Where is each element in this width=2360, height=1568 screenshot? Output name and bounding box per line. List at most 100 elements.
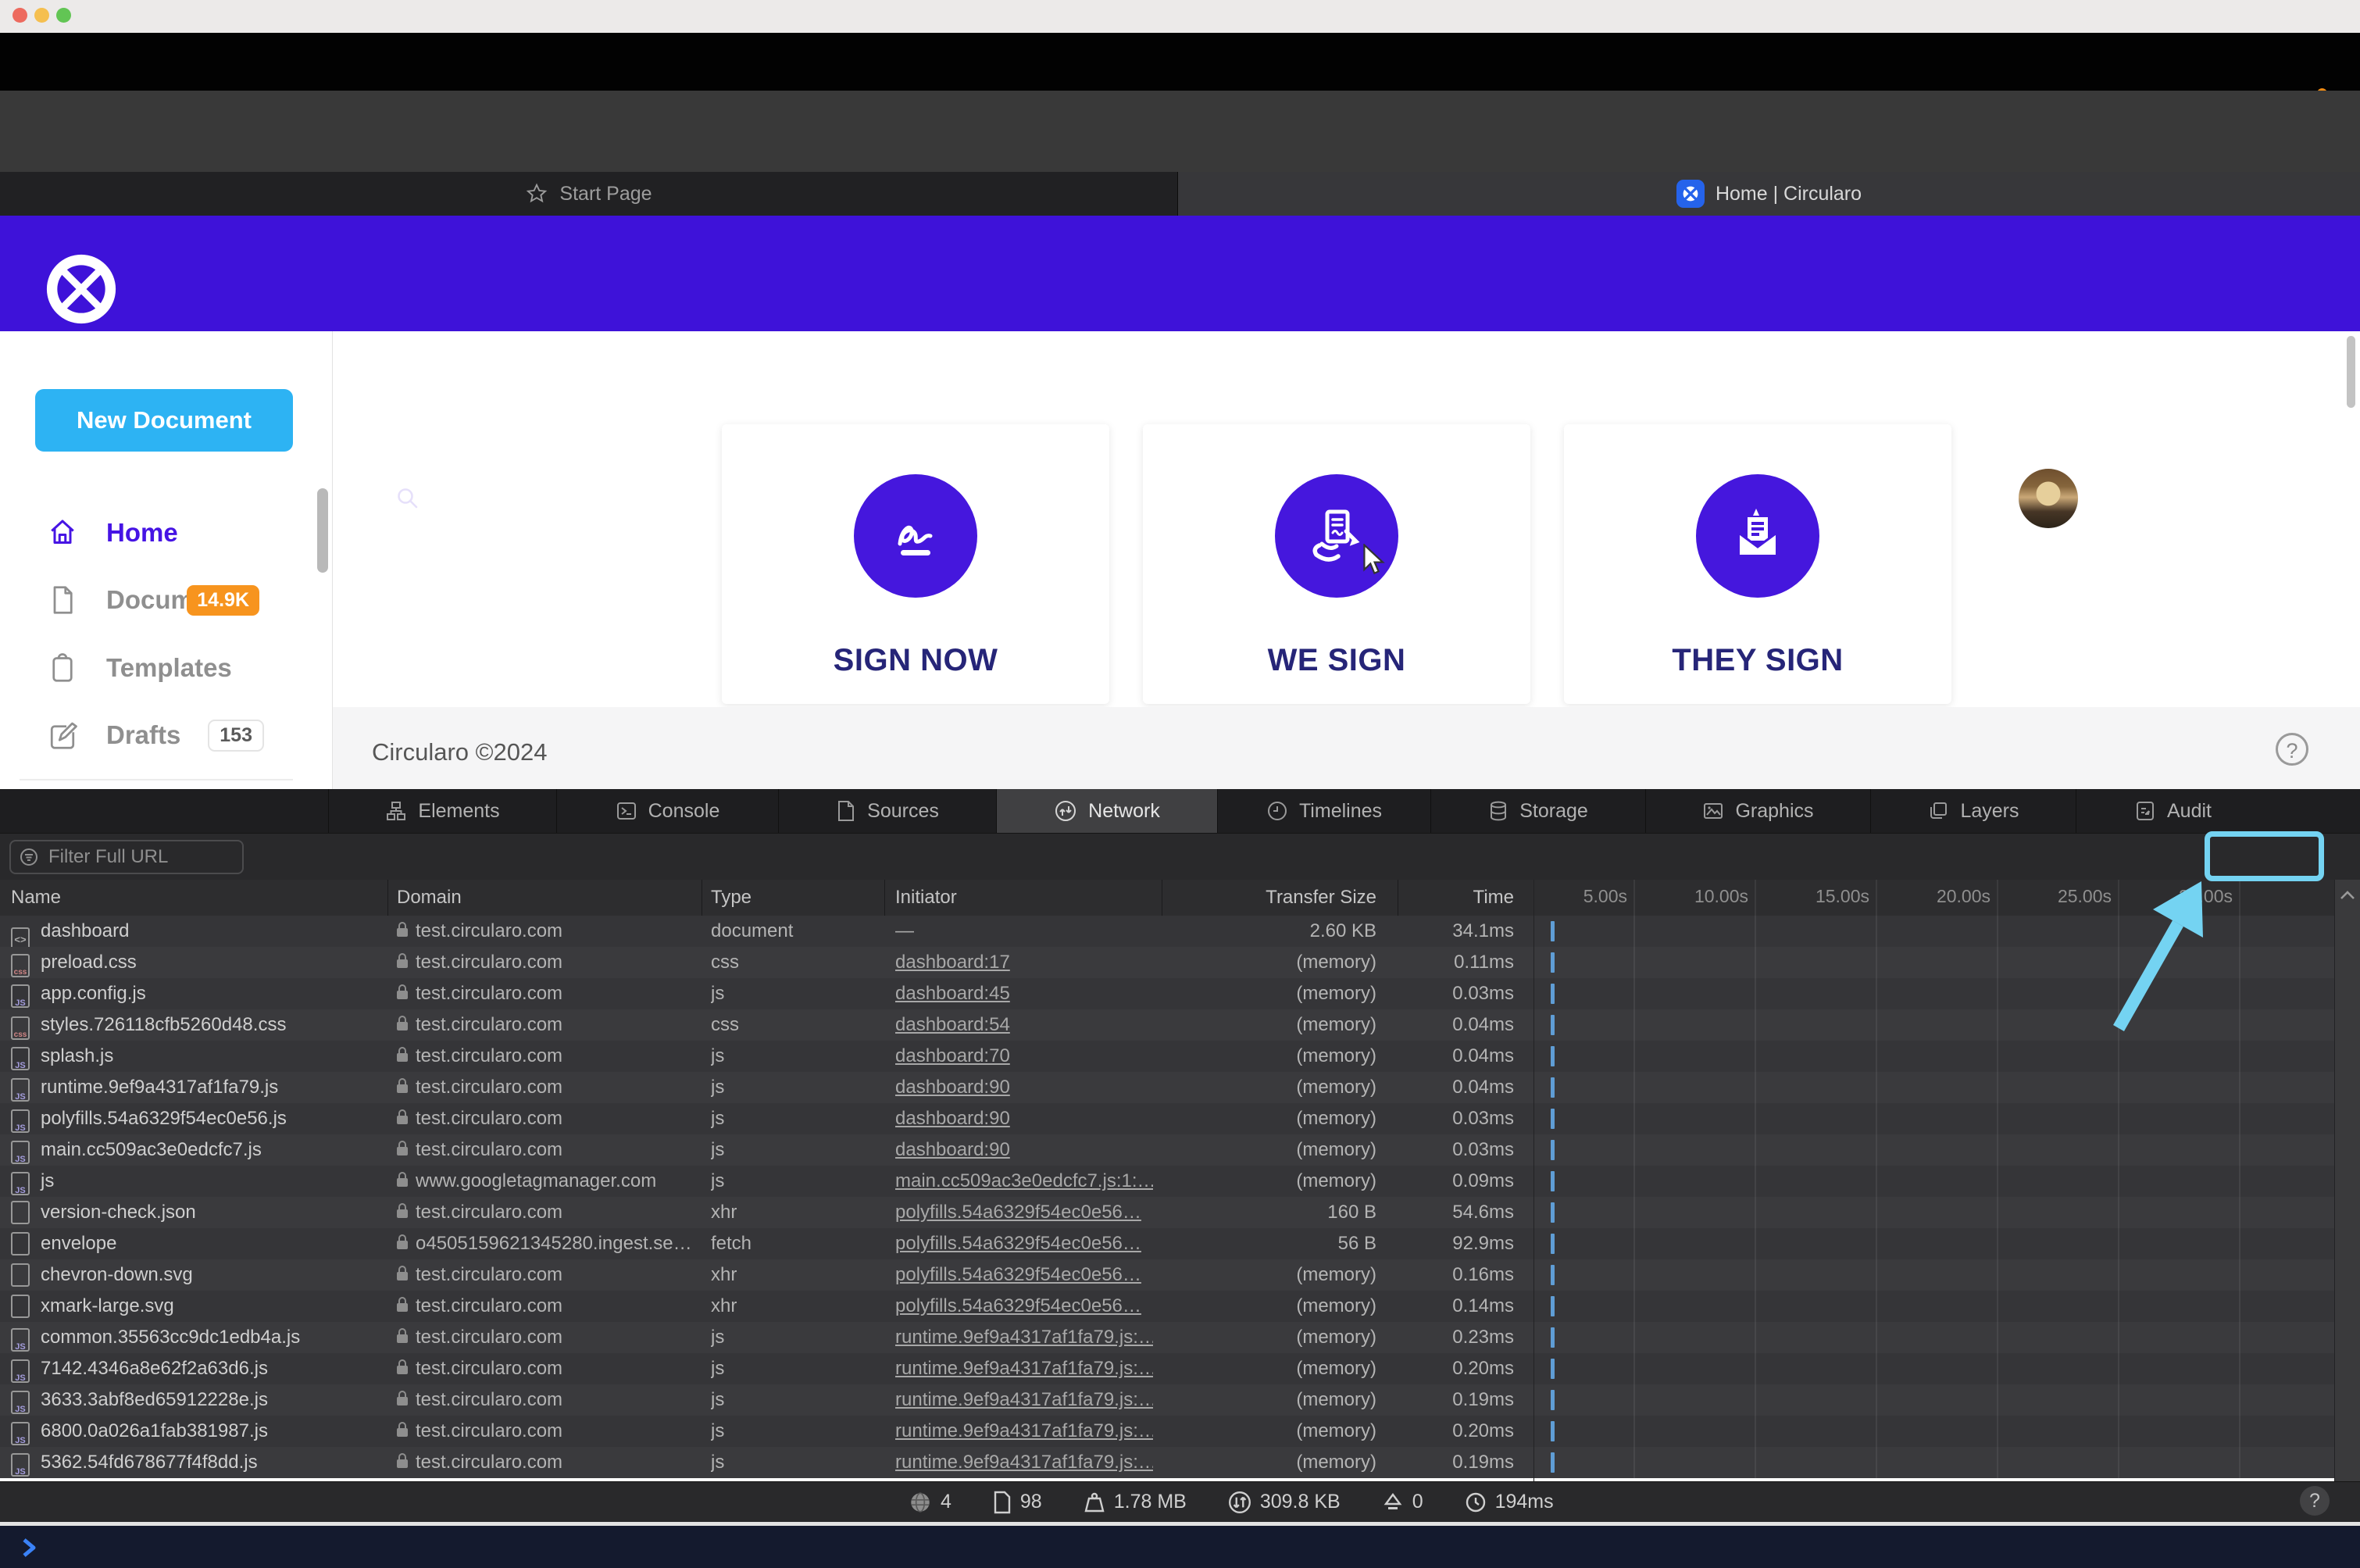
devtools-tab-elements[interactable]: Elements [328, 789, 556, 833]
column-header-domain[interactable]: Domain [397, 880, 462, 916]
request-time: 0.20ms [1452, 1358, 1514, 1379]
request-initiator-link[interactable]: dashboard:90 [895, 1103, 1153, 1134]
lock-icon [397, 1203, 408, 1218]
devtools-network-toolbar: All Disable Caches Import Export [0, 833, 2360, 880]
lock-icon [397, 1172, 408, 1187]
lock-icon [397, 1109, 408, 1124]
waterfall-bar [1551, 952, 1555, 973]
network-request-row[interactable]: xmark-large.svg test.circularo.com xhr p… [0, 1291, 2334, 1322]
traffic-light-close[interactable] [12, 8, 27, 23]
network-request-row[interactable]: JS 3633.3abf8ed65912228e.js test.circular… [0, 1384, 2334, 1416]
console-prompt-bar[interactable] [0, 1526, 2360, 1568]
network-request-row[interactable]: JS 7142.4346a8e62f2a63d6.js test.circular… [0, 1353, 2334, 1384]
network-request-row[interactable]: JS 5362.54fd678677f4f8dd.js test.circular… [0, 1447, 2334, 1478]
devtools-tab-storage[interactable]: Storage [1430, 789, 1645, 833]
request-name: splash.js [41, 1045, 114, 1066]
user-menu-caret-icon[interactable] [2300, 492, 2317, 502]
request-initiator-link[interactable]: main.cc509ac3e0edcfc7.js:1:… [895, 1166, 1153, 1197]
column-header-time[interactable]: Time [1400, 880, 1514, 916]
user-avatar[interactable] [2019, 469, 2078, 528]
network-request-row[interactable]: JS app.config.js test.circularo.com js da… [0, 978, 2334, 1009]
devtools-tab-network[interactable]: Network [996, 789, 1217, 833]
request-type: js [711, 1077, 725, 1098]
devtools-tab-graphics[interactable]: Graphics [1645, 789, 1870, 833]
sidebar-item-home[interactable]: Home [47, 516, 305, 550]
request-initiator-link[interactable]: polyfills.54a6329f54ec0e56… [895, 1291, 1153, 1322]
column-header-transfer-size[interactable]: Transfer Size [1164, 880, 1376, 916]
request-type: css [711, 1014, 739, 1035]
browser-tab-start-page[interactable]: Start Page [0, 172, 1178, 216]
browser-tab-home-circularo[interactable]: Home | Circularo [1178, 172, 2360, 216]
sidebar-item-templates[interactable]: Templates [47, 651, 305, 685]
devtools-tab-sources[interactable]: Sources [778, 789, 996, 833]
request-name: version-check.json [41, 1202, 196, 1223]
request-initiator-link[interactable]: dashboard:54 [895, 1009, 1153, 1041]
network-request-row[interactable]: JS 6800.0a026a1fab381987.js test.circular… [0, 1416, 2334, 1447]
network-request-row[interactable]: <> dashboard test.circularo.com document … [0, 916, 2334, 947]
devtools-tab-audit[interactable]: Audit [2076, 789, 2269, 833]
circularo-logo-icon[interactable] [45, 253, 117, 325]
request-type: xhr [711, 1295, 737, 1316]
table-scrollbar[interactable] [2334, 880, 2360, 1481]
filter-icon [19, 847, 39, 867]
card-title: SIGN NOW [833, 643, 998, 677]
page-scrollbar-thumb[interactable] [2347, 336, 2355, 408]
column-header-type[interactable]: Type [711, 880, 752, 916]
network-request-row[interactable]: css preload.css test.circularo.com css da… [0, 947, 2334, 978]
devtools-tab-timelines[interactable]: Timelines [1217, 789, 1430, 833]
card-they-sign[interactable]: THEY SIGN [1564, 424, 1951, 704]
request-domain: test.circularo.com [416, 1139, 563, 1160]
request-initiator-link[interactable]: runtime.9ef9a4317af1fa79.js:… [895, 1447, 1153, 1478]
devtools-tab-layers[interactable]: Layers [1870, 789, 2076, 833]
request-initiator-link[interactable]: — [895, 916, 1153, 947]
export-highlight-box [2205, 831, 2324, 881]
network-request-row[interactable]: css styles.726118cfb5260d48.css test.circ… [0, 1009, 2334, 1041]
network-request-row[interactable]: chevron-down.svg test.circularo.com xhr … [0, 1259, 2334, 1291]
request-initiator-link[interactable]: runtime.9ef9a4317af1fa79.js:… [895, 1384, 1153, 1416]
card-sign-now[interactable]: SIGN NOW [722, 424, 1109, 704]
url-filter-field[interactable] [9, 840, 244, 874]
request-initiator-link[interactable]: dashboard:90 [895, 1072, 1153, 1103]
request-type: js [711, 1108, 725, 1129]
network-request-row[interactable]: JS polyfills.54a6329f54ec0e56.js test.cir… [0, 1103, 2334, 1134]
network-request-row[interactable]: JS splash.js test.circularo.com js dashbo… [0, 1041, 2334, 1072]
request-initiator-link[interactable]: polyfills.54a6329f54ec0e56… [895, 1228, 1153, 1259]
waterfall-cell [1533, 1447, 2334, 1478]
network-request-row[interactable]: JS common.35563cc9dc1edb4a.js test.circul… [0, 1322, 2334, 1353]
request-initiator-link[interactable]: dashboard:17 [895, 947, 1153, 978]
request-type: js [711, 1420, 725, 1441]
request-domain: test.circularo.com [416, 1045, 563, 1066]
request-initiator-link[interactable]: polyfills.54a6329f54ec0e56… [895, 1259, 1153, 1291]
request-initiator-link[interactable]: polyfills.54a6329f54ec0e56… [895, 1197, 1153, 1228]
traffic-light-zoom[interactable] [56, 8, 71, 23]
request-initiator-link[interactable]: dashboard:70 [895, 1041, 1153, 1072]
file-type-icon: css [11, 954, 30, 977]
request-initiator-link[interactable]: dashboard:45 [895, 978, 1153, 1009]
card-we-sign[interactable]: WE SIGN [1143, 424, 1530, 704]
network-request-row[interactable]: JS runtime.9ef9a4317af1fa79.js test.circu… [0, 1072, 2334, 1103]
request-initiator-link[interactable]: runtime.9ef9a4317af1fa79.js:… [895, 1322, 1153, 1353]
file-type-icon: JS [11, 1328, 30, 1352]
request-initiator-link[interactable]: runtime.9ef9a4317af1fa79.js:… [895, 1353, 1153, 1384]
request-time: 0.19ms [1452, 1452, 1514, 1473]
request-time: 0.04ms [1452, 1014, 1514, 1035]
help-button[interactable]: ? [2276, 733, 2308, 766]
network-request-row[interactable]: JS js www.googletagmanager.com js main.cc… [0, 1166, 2334, 1197]
column-header-initiator[interactable]: Initiator [895, 880, 957, 916]
column-header-name[interactable]: Name [11, 880, 61, 916]
waterfall-bar [1551, 1109, 1555, 1129]
network-request-row[interactable]: envelope o4505159621345280.ingest.se… fe… [0, 1228, 2334, 1259]
traffic-light-minimize[interactable] [34, 8, 49, 23]
devtools-tab-console[interactable]: Console [556, 789, 778, 833]
request-initiator-link[interactable]: dashboard:90 [895, 1134, 1153, 1166]
filter-input[interactable] [47, 845, 219, 869]
sidebar-item-drafts[interactable]: Drafts 153 [47, 718, 305, 752]
request-initiator-link[interactable]: runtime.9ef9a4317af1fa79.js:… [895, 1416, 1153, 1447]
network-request-row[interactable]: version-check.json test.circularo.com xh… [0, 1197, 2334, 1228]
sidebar-divider [20, 779, 293, 780]
sidebar-item-documents[interactable]: Documents 14.9K [47, 583, 305, 617]
sidebar-scrollbar-thumb[interactable] [317, 488, 328, 573]
devtools-help-button[interactable]: ? [2300, 1486, 2330, 1516]
new-document-button[interactable]: New Document [35, 389, 293, 452]
network-request-row[interactable]: JS main.cc509ac3e0edcfc7.js test.circular… [0, 1134, 2334, 1166]
